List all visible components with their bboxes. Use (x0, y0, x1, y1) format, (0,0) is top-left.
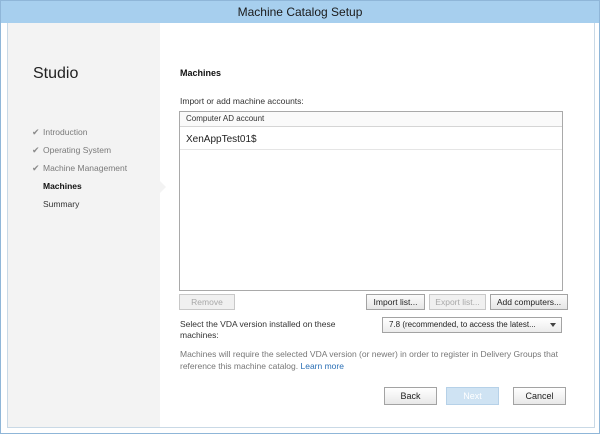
step-label: Operating System (43, 145, 112, 155)
export-list-button[interactable]: Export list... (429, 294, 486, 310)
wizard-body: Studio ✔ Introduction ✔ Operating System ✔… (7, 23, 595, 428)
back-button[interactable]: Back (384, 387, 437, 405)
studio-brand: Studio (33, 65, 79, 82)
import-list-button[interactable]: Import list... (366, 294, 425, 310)
checkmark-icon: ✔ (32, 145, 40, 155)
step-label: Summary (43, 199, 80, 209)
remove-button[interactable]: Remove (179, 294, 235, 310)
import-label: Import or add machine accounts: (180, 96, 304, 106)
vda-version-select[interactable]: 7.8 (recommended, to access the latest..… (382, 317, 562, 333)
wizard-sidebar: Studio ✔ Introduction ✔ Operating System ✔… (8, 23, 160, 427)
step-machine-management[interactable]: ✔ Machine Management (32, 159, 127, 177)
cancel-button[interactable]: Cancel (513, 387, 566, 405)
checkmark-icon: ✔ (32, 163, 40, 173)
step-label: Introduction (43, 127, 88, 137)
step-introduction[interactable]: ✔ Introduction (32, 123, 127, 141)
step-operating-system[interactable]: ✔ Operating System (32, 141, 127, 159)
window-title: Machine Catalog Setup (237, 5, 363, 19)
window-title-bar: Machine Catalog Setup (1, 1, 599, 23)
add-computers-button[interactable]: Add computers... (490, 294, 568, 310)
vda-note: Machines will require the selected VDA v… (180, 348, 565, 372)
checkmark-icon: ✔ (32, 127, 40, 137)
next-button[interactable]: Next (446, 387, 499, 405)
step-label: Machines (43, 181, 82, 191)
table-row[interactable]: XenAppTest01$ (180, 131, 562, 150)
machine-accounts-table[interactable]: Computer AD account XenAppTest01$ (179, 111, 563, 291)
learn-more-link[interactable]: Learn more (301, 361, 344, 371)
column-header-computer-ad-account[interactable]: Computer AD account (180, 112, 562, 127)
vda-version-selected: 7.8 (recommended, to access the latest..… (389, 320, 536, 329)
vda-note-text: Machines will require the selected VDA v… (180, 349, 558, 371)
chevron-down-icon (550, 323, 556, 327)
step-summary: Summary (32, 195, 127, 213)
machine-catalog-setup-window: Machine Catalog Setup Studio ✔ Introducti… (0, 0, 600, 434)
step-machines: Machines (32, 177, 127, 195)
wizard-steps: ✔ Introduction ✔ Operating System ✔ Machine… (32, 123, 127, 213)
vda-version-label: Select the VDA version installed on thes… (180, 319, 336, 340)
step-label: Machine Management (43, 163, 128, 173)
page-title: Machines (180, 68, 222, 78)
current-step-pointer (160, 181, 166, 193)
